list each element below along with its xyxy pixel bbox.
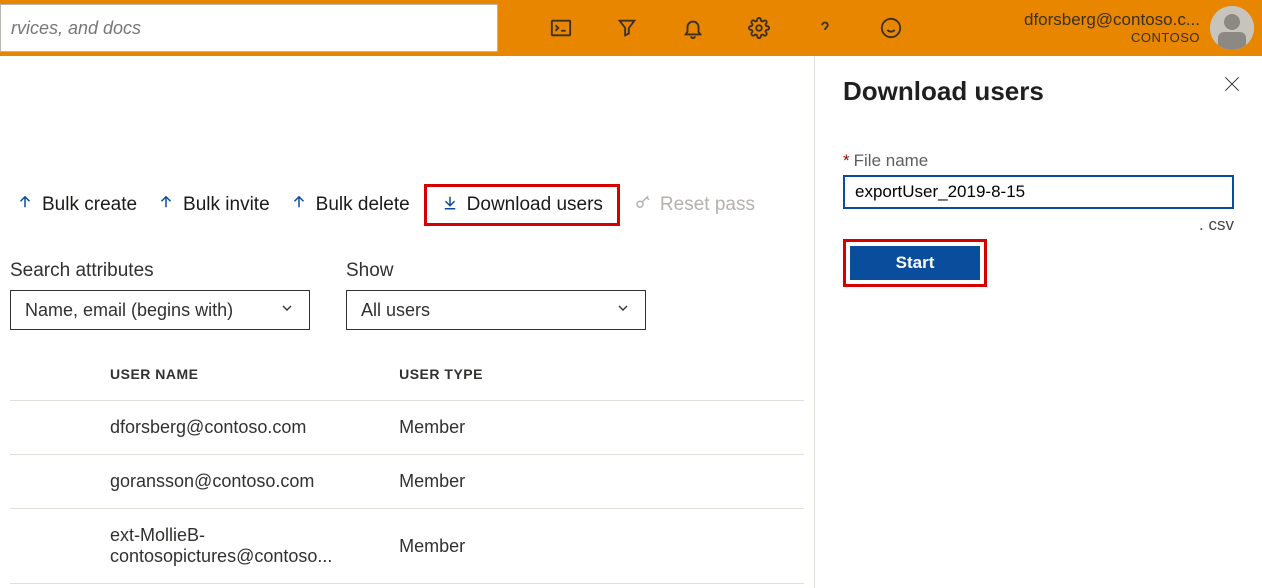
start-button[interactable]: Start: [850, 246, 980, 280]
notifications-icon[interactable]: [660, 0, 726, 56]
file-name-input[interactable]: [843, 175, 1234, 209]
account-menu[interactable]: dforsberg@contoso.c... CONTOSO: [1024, 6, 1262, 50]
bulk-create-button[interactable]: Bulk create: [10, 191, 143, 219]
search-attributes-label: Search attributes: [10, 260, 310, 282]
bulk-delete-button[interactable]: Bulk delete: [284, 191, 416, 219]
column-user-type[interactable]: USER TYPE: [391, 354, 804, 401]
table-row[interactable]: o Pictures)ext-MollieB-contosopictures@c…: [10, 509, 804, 584]
file-name-label-text: File name: [854, 151, 929, 170]
download-users-label: Download users: [467, 194, 603, 216]
file-name-label: *File name: [843, 151, 1234, 171]
search-attributes-value: Name, email (begins with): [25, 300, 233, 321]
bulk-delete-label: Bulk delete: [316, 194, 410, 216]
settings-gear-icon[interactable]: [726, 0, 792, 56]
avatar: [1210, 6, 1254, 50]
cell-user-type: Member: [391, 455, 804, 509]
table-row[interactable]: hmurphy@contoso.comMember: [10, 584, 804, 588]
show-value: All users: [361, 300, 430, 321]
close-panel-button[interactable]: [1222, 74, 1242, 99]
required-star: *: [843, 151, 850, 170]
cell-user-name: goransson@contoso.com: [10, 455, 391, 509]
table-row[interactable]: dforsberg@contoso.com Member: [10, 401, 804, 455]
search-attributes-select[interactable]: Name, email (begins with): [10, 290, 310, 330]
top-bar: rvices, and docs dforsberg@contoso.c... …: [0, 0, 1262, 56]
user-name-text: dforsberg@contoso.com: [110, 417, 306, 437]
help-icon[interactable]: [792, 0, 858, 56]
column-user-name[interactable]: USER NAME: [10, 354, 391, 401]
user-name-text: ext-MollieB-contosopictures@contoso...: [110, 525, 332, 566]
search-placeholder-text: rvices, and docs: [11, 18, 141, 39]
table-row[interactable]: goransson@contoso.com Member: [10, 455, 804, 509]
download-users-panel: Download users *File name . csv Start: [814, 56, 1262, 588]
bulk-create-label: Bulk create: [42, 194, 137, 216]
reset-password-button: Reset pass: [628, 191, 761, 219]
topbar-icon-group: dforsberg@contoso.c... CONTOSO: [528, 0, 1262, 56]
account-email: dforsberg@contoso.c...: [1024, 10, 1200, 30]
show-label: Show: [346, 260, 646, 282]
chevron-down-icon: [279, 300, 295, 321]
cell-user-name: dforsberg@contoso.com: [10, 401, 391, 455]
reset-password-label: Reset pass: [660, 194, 755, 216]
users-main: Bulk create Bulk invite Bulk delete Down…: [0, 56, 814, 588]
file-extension-label: . csv: [843, 215, 1234, 235]
users-toolbar: Bulk create Bulk invite Bulk delete Down…: [10, 184, 804, 226]
upload-icon: [16, 193, 34, 217]
cloud-shell-icon[interactable]: [528, 0, 594, 56]
filter-row: Search attributes Name, email (begins wi…: [10, 260, 804, 330]
key-icon: [634, 193, 652, 217]
cell-user-type: Member: [391, 401, 804, 455]
download-users-button[interactable]: Download users: [424, 184, 620, 226]
bulk-invite-button[interactable]: Bulk invite: [151, 191, 276, 219]
panel-title: Download users: [843, 76, 1234, 107]
users-table: USER NAME USER TYPE dforsberg@contoso.co…: [10, 354, 804, 588]
show-select[interactable]: All users: [346, 290, 646, 330]
user-name-text: goransson@contoso.com: [110, 471, 314, 491]
download-icon: [441, 193, 459, 217]
cell-user-name: hmurphy@contoso.com: [10, 584, 391, 588]
cell-user-type: Member: [391, 509, 804, 584]
search-attributes-filter: Search attributes Name, email (begins wi…: [10, 260, 310, 330]
upload-icon: [290, 193, 308, 217]
feedback-smile-icon[interactable]: [858, 0, 924, 56]
show-filter: Show All users: [346, 260, 646, 330]
start-highlight: Start: [843, 239, 987, 287]
upload-icon: [157, 193, 175, 217]
cell-user-name: o Pictures)ext-MollieB-contosopictures@c…: [10, 509, 391, 584]
cell-user-type: Member: [391, 584, 804, 588]
bulk-invite-label: Bulk invite: [183, 194, 270, 216]
account-org: CONTOSO: [1024, 30, 1200, 46]
filter-icon[interactable]: [594, 0, 660, 56]
account-text: dforsberg@contoso.c... CONTOSO: [1024, 10, 1210, 46]
global-search-input[interactable]: rvices, and docs: [0, 4, 498, 52]
chevron-down-icon: [615, 300, 631, 321]
